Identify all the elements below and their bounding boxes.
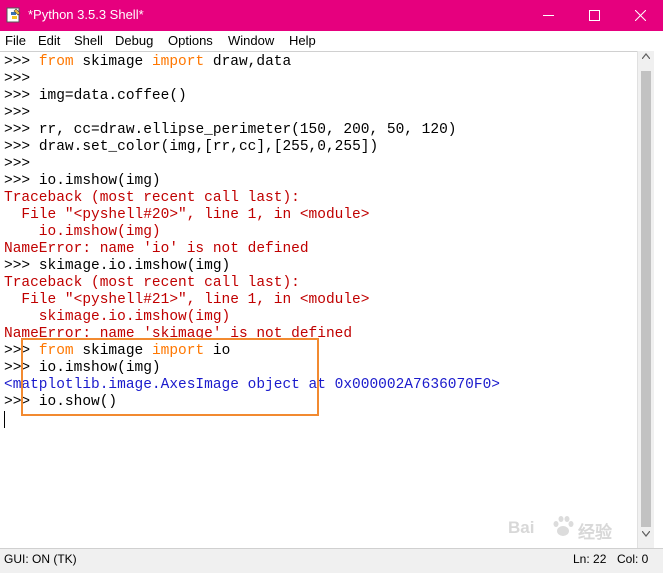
error-text: Traceback (most recent call last): (4, 190, 300, 206)
shell-input-line: >>> draw.set_color(img,[rr,cc],[255,0,25… (4, 139, 378, 156)
menu-help[interactable]: Help (289, 33, 316, 48)
shell-input-line: >>> rr, cc=draw.ellipse_perimeter(150, 2… (4, 122, 456, 139)
code-text: img=data.coffee() (38, 88, 187, 104)
menu-window[interactable]: Window (228, 33, 274, 48)
title-bar[interactable]: *Python 3.5.3 Shell* (0, 0, 663, 31)
shell-output-line: Traceback (most recent call last): (4, 190, 300, 207)
menu-edit[interactable]: Edit (38, 33, 60, 48)
annotation-highlight-box (21, 338, 319, 416)
shell-input-line: >>> (4, 156, 39, 173)
shell-output-line: File "<pyshell#21>", line 1, in <module> (4, 292, 369, 309)
prompt: >>> (4, 54, 39, 70)
line-number: Ln: 22 (573, 552, 607, 566)
error-text: io.imshow(img) (4, 224, 161, 240)
prompt: >>> (4, 139, 39, 155)
code-text: skimage.io.imshow(img) (38, 258, 231, 274)
keyword: import (151, 54, 205, 70)
scrollbar-thumb[interactable] (641, 71, 651, 527)
prompt: >>> (4, 156, 39, 172)
scroll-up-icon[interactable] (642, 53, 650, 59)
error-text: Traceback (most recent call last): (4, 275, 300, 291)
error-text: File "<pyshell#21>", line 1, in <module> (4, 292, 370, 308)
gui-status: GUI: ON (TK) (4, 552, 77, 566)
menu-file[interactable]: File (5, 33, 26, 48)
shell-output-line: io.imshow(img) (4, 224, 161, 241)
shell-input-line: >>> (4, 71, 39, 88)
shell-input-line: >>> img=data.coffee() (4, 88, 187, 105)
code-text: draw,data (204, 54, 292, 70)
prompt: >>> (4, 122, 39, 138)
close-icon (635, 10, 646, 21)
python-idle-icon (6, 7, 21, 23)
close-button[interactable] (617, 0, 663, 31)
error-text: skimage.io.imshow(img) (4, 309, 231, 325)
prompt: >>> (4, 173, 39, 189)
window-title: *Python 3.5.3 Shell* (28, 7, 144, 22)
menu-options[interactable]: Options (168, 33, 213, 48)
vertical-scrollbar[interactable] (637, 51, 655, 548)
watermark-text: Bai (508, 518, 535, 537)
prompt: >>> (4, 88, 39, 104)
text-cursor (4, 411, 5, 428)
minimize-icon (543, 15, 554, 16)
error-text: File "<pyshell#20>", line 1, in <module> (4, 207, 370, 223)
shell-input-line: >>> (4, 105, 39, 122)
shell-output-line: Traceback (most recent call last): (4, 275, 300, 292)
menu-shell[interactable]: Shell (74, 33, 103, 48)
watermark-text: 经验 (578, 523, 612, 542)
shell-input-line: >>> from skimage import draw,data (4, 54, 291, 71)
maximize-icon (589, 10, 600, 21)
code-text: skimage (73, 54, 152, 70)
code-text: draw.set_color(img,[rr,cc],[255,0,255]) (38, 139, 379, 155)
shell-output-line: File "<pyshell#20>", line 1, in <module> (4, 207, 369, 224)
error-text: NameError: name 'io' is not defined (4, 241, 309, 257)
shell-input-line: >>> skimage.io.imshow(img) (4, 258, 230, 275)
shell-input-line: >>> io.imshow(img) (4, 173, 161, 190)
prompt: >>> (4, 258, 39, 274)
window-edge (654, 31, 663, 572)
scroll-down-icon[interactable] (642, 531, 650, 537)
prompt: >>> (4, 105, 39, 121)
paw-logo-icon (553, 516, 574, 536)
status-bar: GUI: ON (TK) Ln: 22 Col: 0 (0, 548, 663, 573)
shell-text-area[interactable]: >>> from skimage import draw,data >>> >>>… (0, 51, 637, 549)
menu-bar: File Edit Shell Debug Options Window Hel… (0, 31, 663, 51)
baidu-watermark: Bai 经验 (508, 515, 628, 543)
maximize-button[interactable] (571, 0, 617, 31)
keyword: from (38, 54, 74, 70)
menu-debug[interactable]: Debug (115, 33, 153, 48)
minimize-button[interactable] (525, 0, 571, 31)
code-text: rr, cc=draw.ellipse_perimeter(150, 200, … (38, 122, 457, 138)
column-number: Col: 0 (617, 552, 649, 566)
shell-output-line: NameError: name 'io' is not defined (4, 241, 309, 258)
code-text: io.imshow(img) (38, 173, 161, 189)
prompt: >>> (4, 71, 39, 87)
shell-output-line: skimage.io.imshow(img) (4, 309, 230, 326)
